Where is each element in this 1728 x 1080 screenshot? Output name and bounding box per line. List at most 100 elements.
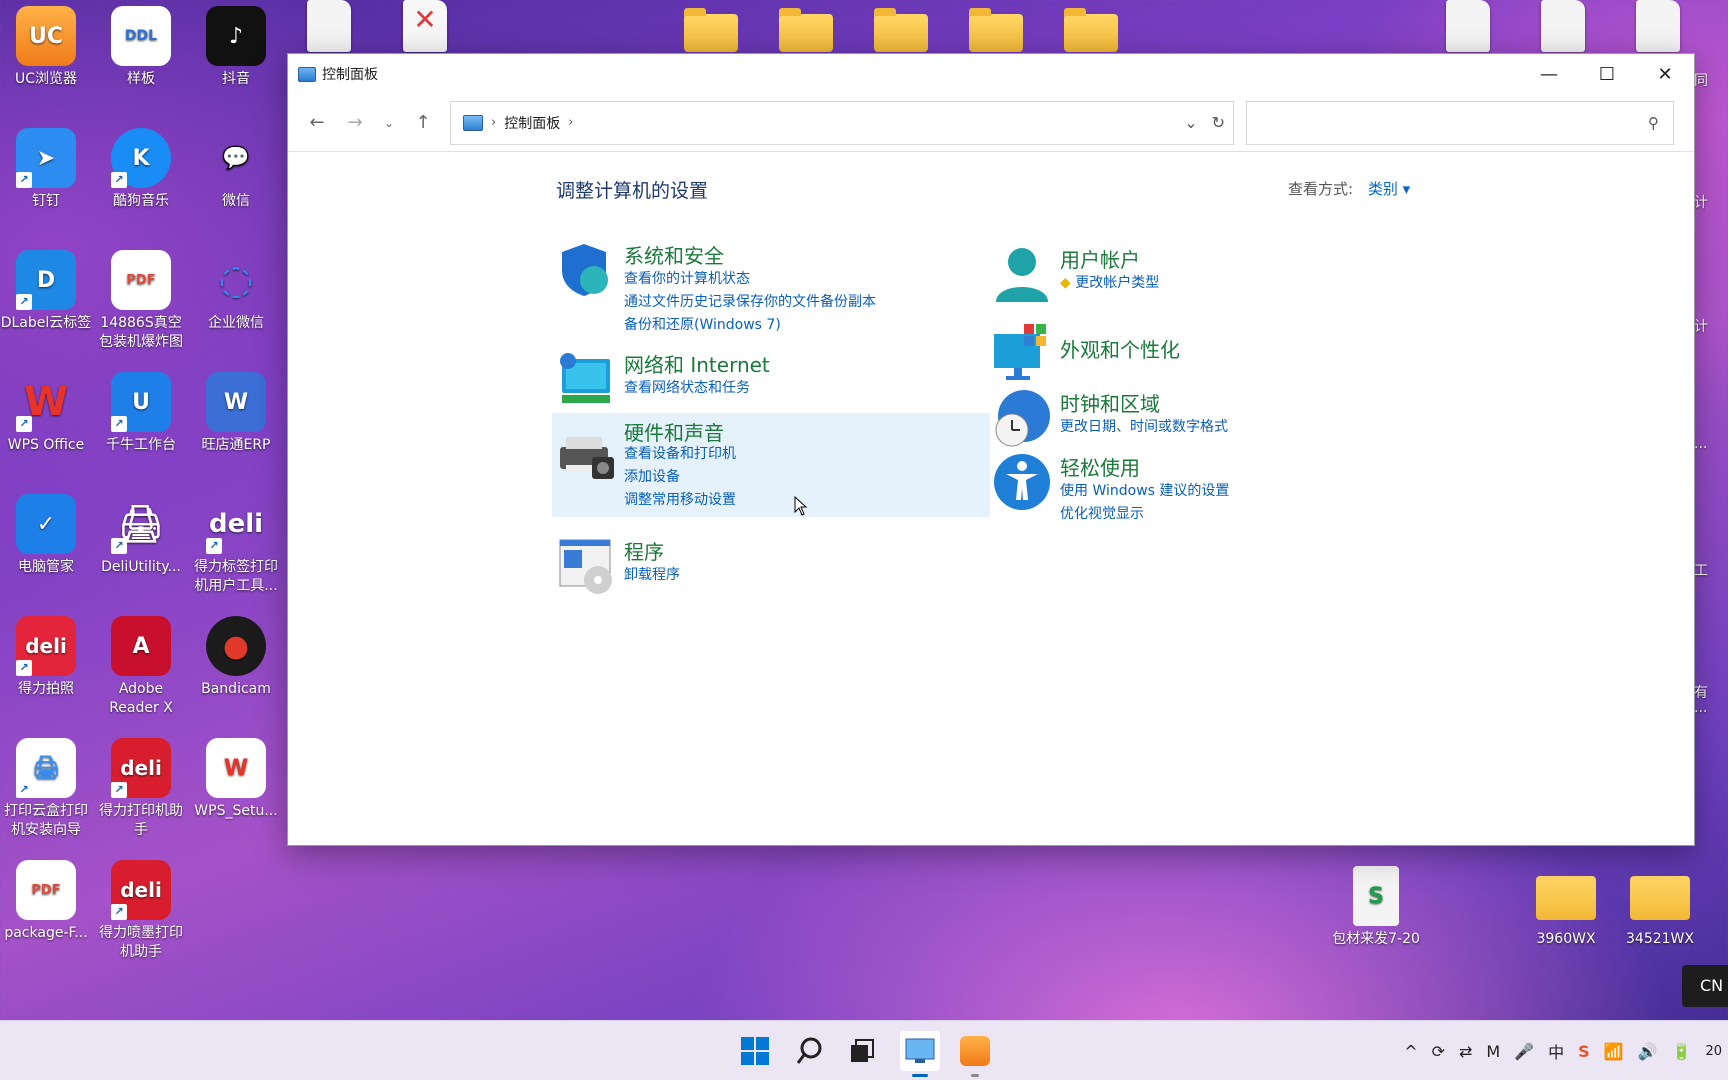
search-input[interactable]: [1247, 101, 1673, 144]
desktop-icon-deli-label-tool[interactable]: deli ↗ 得力标签打印机用户工具...: [190, 494, 282, 596]
wifi-icon[interactable]: 📶: [1604, 1042, 1624, 1061]
volume-icon[interactable]: 🔊: [1638, 1042, 1658, 1061]
link-change-account-type[interactable]: ◆ 更改帐户类型: [1060, 272, 1159, 295]
task-view-button[interactable]: [842, 1031, 882, 1071]
desktop-icon-adobe-reader[interactable]: A Adobe Reader X: [95, 616, 187, 718]
desktop-icon-uc-browser[interactable]: UC UC浏览器: [0, 6, 92, 89]
back-button[interactable]: ←: [298, 105, 336, 141]
desktop-icon-wps-setup[interactable]: W WPS_Setu...: [190, 738, 282, 821]
app-tray-icon[interactable]: M: [1486, 1042, 1500, 1061]
spreadsheet-file-icon[interactable]: [1541, 0, 1585, 52]
sogou-input-icon[interactable]: S: [1578, 1042, 1590, 1061]
up-button[interactable]: ↑: [404, 105, 442, 141]
spreadsheet-file-icon[interactable]: [1636, 0, 1680, 52]
user-account-icon: [996, 248, 1048, 302]
printer-icon: [560, 437, 614, 479]
desktop-icon-deli-printer-assistant[interactable]: deli ↗ 得力打印机助手: [95, 738, 187, 840]
desktop-icon-package-pdf[interactable]: PDF package-F...: [0, 860, 92, 943]
taskbar-uc-browser[interactable]: [955, 1031, 995, 1077]
link-backup-restore[interactable]: 备份和还原(Windows 7): [624, 314, 876, 337]
link-mobility-settings[interactable]: 调整常用移动设置: [624, 489, 736, 512]
link-devices-printers[interactable]: 查看设备和打印机: [624, 443, 736, 466]
title-bar[interactable]: 控制面板 — ☐ ✕: [288, 54, 1694, 94]
input-method-icon[interactable]: 中: [1548, 1039, 1564, 1063]
taskbar-control-panel[interactable]: [900, 1031, 940, 1077]
desktop-icon-folder-3960wx[interactable]: 3960WX: [1520, 866, 1612, 949]
refresh-icon[interactable]: ↻: [1212, 113, 1225, 132]
desktop-icon-bandicam[interactable]: ● Bandicam: [190, 616, 282, 699]
recent-locations-button[interactable]: ⌄: [374, 105, 404, 141]
control-panel-icon: [463, 114, 483, 131]
search-button[interactable]: [790, 1031, 830, 1071]
folder-icon[interactable]: [969, 8, 1023, 52]
desktop-icon-wecom[interactable]: ◌ 企业微信: [190, 250, 282, 333]
category-title[interactable]: 硬件和声音: [624, 417, 724, 446]
address-bar[interactable]: › 控制面板 › ⌄ ↻: [450, 100, 1234, 145]
desktop-icon-template[interactable]: DDL 样板: [95, 6, 187, 89]
category-title[interactable]: 外观和个性化: [1060, 334, 1180, 363]
folder-icon[interactable]: [779, 8, 833, 52]
breadcrumb-control-panel[interactable]: 控制面板: [504, 113, 560, 133]
show-hidden-icons-icon[interactable]: ^: [1404, 1042, 1417, 1061]
clock-partial[interactable]: 20: [1705, 1044, 1722, 1059]
desktop-icon-folder-34521wx[interactable]: 34521WX: [1614, 866, 1706, 949]
microphone-icon[interactable]: 🎤: [1514, 1042, 1534, 1061]
category-title[interactable]: 用户帐户: [1060, 244, 1140, 273]
category-network-internet: 网络和 Internet 查看网络状态和任务: [552, 349, 982, 405]
link-network-status[interactable]: 查看网络状态和任务: [624, 377, 750, 400]
link-uninstall-program[interactable]: 卸载程序: [624, 564, 680, 587]
sync-icon[interactable]: ⟳: [1432, 1042, 1445, 1061]
desktop-icon-deli-camera[interactable]: deli ↗ 得力拍照: [0, 616, 92, 699]
category-title[interactable]: 轻松使用: [1060, 452, 1140, 481]
desktop-icon-deliutility[interactable]: 🖨 ↗ DeliUtility...: [95, 494, 187, 577]
desktop-icon-deli-inkjet-assistant[interactable]: deli ↗ 得力喷墨打印机助手: [95, 860, 187, 962]
view-by-dropdown[interactable]: 类别 ▾: [1368, 180, 1410, 198]
desktop-icon-pdf-14886s[interactable]: PDF 14886S真空包装机爆炸图: [95, 250, 187, 352]
word-document-icon[interactable]: [307, 0, 351, 52]
partial-desktop-label: 工: [1694, 563, 1708, 579]
address-dropdown-icon[interactable]: ⌄: [1184, 113, 1197, 132]
battery-icon[interactable]: 🔋: [1672, 1042, 1692, 1061]
link-file-history-backup[interactable]: 通过文件历史记录保存你的文件备份副本: [624, 291, 876, 314]
link-change-date-time-format[interactable]: 更改日期、时间或数字格式: [1060, 416, 1228, 439]
start-button[interactable]: [735, 1031, 775, 1071]
desktop-icon-wps-office[interactable]: W ↗ WPS Office: [0, 372, 92, 455]
link-add-device[interactable]: 添加设备: [624, 466, 736, 489]
desktop-icon-dlabel[interactable]: D ↗ DLabel云标签: [0, 250, 92, 333]
desktop-icon-label: 千牛工作台: [106, 437, 176, 453]
desktop-icon-douyin[interactable]: ♪ 抖音: [190, 6, 282, 89]
category-hardware-sound[interactable]: 硬件和声音 查看设备和打印机 添加设备 调整常用移动设置: [552, 413, 990, 517]
folder-icon[interactable]: [684, 8, 738, 52]
desktop-icon-print-cloud-box[interactable]: 🖨 ↗ 打印云盒打印机安装向导: [0, 738, 92, 840]
transfer-icon[interactable]: ⇄: [1459, 1042, 1472, 1061]
minimize-button[interactable]: —: [1520, 54, 1578, 94]
category-title[interactable]: 网络和 Internet: [624, 349, 770, 378]
window-title: 控制面板: [322, 67, 378, 83]
maximize-button[interactable]: ☐: [1578, 54, 1636, 94]
desktop-icon-wangdiantong[interactable]: W 旺店通ERP: [190, 372, 282, 455]
search-box[interactable]: ⚲: [1246, 100, 1674, 145]
forward-button[interactable]: →: [336, 105, 374, 141]
taskbar: ^ ⟳ ⇄ M 🎤 中 S 📶 🔊 🔋 20: [0, 1020, 1728, 1080]
close-button[interactable]: ✕: [1636, 54, 1694, 94]
folder-icon[interactable]: [874, 8, 928, 52]
desktop-icon-wechat[interactable]: 💬 微信: [190, 128, 282, 211]
desktop-icon-dingtalk[interactable]: ➤ ↗ 钉钉: [0, 128, 92, 211]
search-icon[interactable]: ⚲: [1648, 114, 1659, 132]
desktop-icon-pc-manager[interactable]: ✓ 电脑管家: [0, 494, 92, 577]
word-document-icon[interactable]: [1446, 0, 1490, 52]
input-language-badge[interactable]: CN: [1682, 965, 1728, 1007]
desktop-icon-kugou[interactable]: K ↗ 酷狗音乐: [95, 128, 187, 211]
desktop-icon-label: 14886S真空包装机爆炸图: [99, 315, 183, 350]
link-recommended-settings[interactable]: 使用 Windows 建议的设置: [1060, 480, 1229, 503]
folder-icon[interactable]: [1064, 8, 1118, 52]
breadcrumb-separator[interactable]: ›: [568, 115, 573, 130]
link-view-computer-status[interactable]: 查看你的计算机状态: [624, 268, 876, 291]
xmind-file-icon[interactable]: ✕: [403, 0, 447, 52]
category-title[interactable]: 时钟和区域: [1060, 388, 1160, 417]
category-title[interactable]: 系统和安全: [624, 240, 724, 269]
link-optimize-visual-display[interactable]: 优化视觉显示: [1060, 503, 1229, 526]
category-title[interactable]: 程序: [624, 536, 664, 565]
desktop-icon-spreadsheet[interactable]: S 包材来发7-20: [1330, 866, 1422, 949]
desktop-icon-qianniu[interactable]: U ↗ 千牛工作台: [95, 372, 187, 455]
